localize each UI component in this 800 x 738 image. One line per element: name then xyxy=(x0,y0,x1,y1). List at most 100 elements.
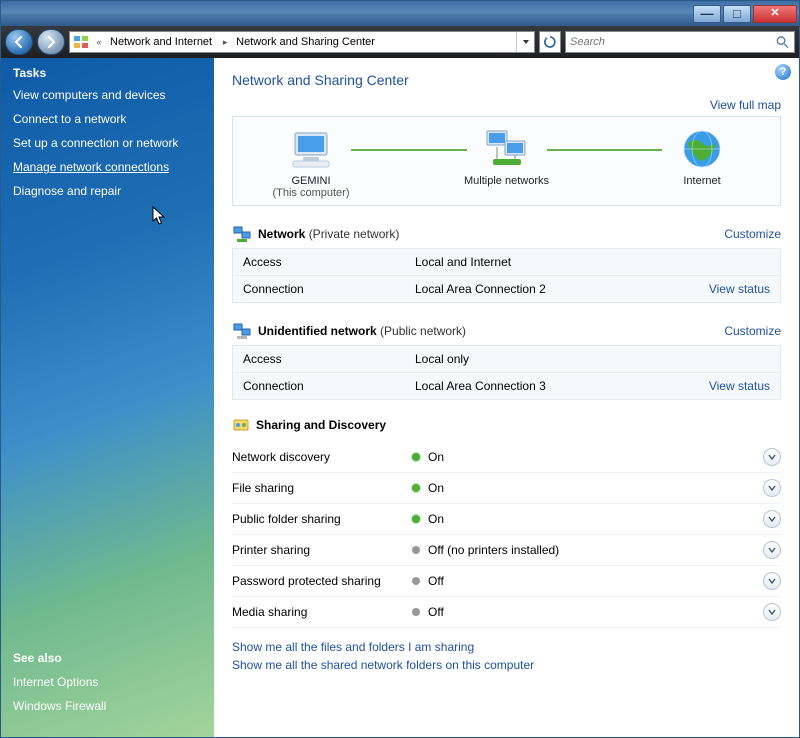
see-also-section: See also Internet Options Windows Firewa… xyxy=(13,639,202,729)
chevron-down-icon xyxy=(768,608,776,616)
back-button[interactable] xyxy=(5,29,33,55)
sharing-row-value: On xyxy=(428,512,763,526)
content: Tasks View computers and devices Connect… xyxy=(1,58,799,737)
map-node-computer: GEMINI (This computer) xyxy=(241,127,381,199)
sharing-row: Public folder sharing On xyxy=(232,504,781,535)
window: — □ ✕ « Network and Internet ▸ Network a… xyxy=(0,0,800,738)
map-node-internet-label: Internet xyxy=(632,175,772,187)
search-box[interactable] xyxy=(565,31,795,53)
map-node-computer-label: GEMINI xyxy=(241,175,381,187)
minimize-button[interactable]: — xyxy=(693,5,721,23)
sidebar-item-windows-firewall[interactable]: Windows Firewall xyxy=(13,699,202,713)
sidebar-item-connect[interactable]: Connect to a network xyxy=(13,112,202,126)
titlebar: — □ ✕ xyxy=(1,1,799,26)
sharing-row-value: On xyxy=(428,450,763,464)
network-2-access-label: Access xyxy=(243,352,415,366)
back-arrow-icon xyxy=(12,35,26,49)
network-2-access-value: Local only xyxy=(415,352,770,366)
tasks-heading: Tasks xyxy=(13,66,202,80)
breadcrumb-segment-1[interactable]: Network and Internet xyxy=(106,32,218,52)
network-1-name: Network xyxy=(258,227,305,241)
cursor-icon xyxy=(151,206,169,228)
network-1-customize-link[interactable]: Customize xyxy=(724,227,781,241)
expand-button[interactable] xyxy=(763,541,781,559)
sharing-row-value: Off xyxy=(428,605,763,619)
main-panel: ? Network and Sharing Center View full m… xyxy=(214,58,799,737)
expand-button[interactable] xyxy=(763,448,781,466)
map-link-1 xyxy=(351,149,467,151)
sidebar-item-manage-connections[interactable]: Manage network connections xyxy=(13,160,202,174)
network-icon xyxy=(232,321,252,341)
breadcrumb-arrow-1[interactable]: ▸ xyxy=(218,32,232,52)
sharing-row-label: File sharing xyxy=(232,481,412,495)
maximize-icon: □ xyxy=(733,7,741,20)
chevron-down-icon xyxy=(768,515,776,523)
search-input[interactable] xyxy=(570,36,775,48)
sidebar: Tasks View computers and devices Connect… xyxy=(1,58,214,737)
breadcrumb-segment-2[interactable]: Network and Sharing Center xyxy=(232,32,381,52)
network-1-access-value: Local and Internet xyxy=(415,255,770,269)
status-dot-icon xyxy=(412,577,420,585)
chevron-down-icon xyxy=(768,577,776,585)
status-dot-icon xyxy=(412,608,420,616)
sidebar-item-internet-options[interactable]: Internet Options xyxy=(13,675,202,689)
forward-button[interactable] xyxy=(37,29,65,55)
network-1-view-status-link[interactable]: View status xyxy=(709,282,770,296)
help-button[interactable]: ? xyxy=(775,64,791,80)
sharing-row-label: Printer sharing xyxy=(232,543,412,557)
sidebar-item-view-computers[interactable]: View computers and devices xyxy=(13,88,202,102)
sharing-row-label: Media sharing xyxy=(232,605,412,619)
network-1-connection-label: Connection xyxy=(243,282,415,296)
breadcrumb-dropdown[interactable] xyxy=(516,32,534,52)
status-dot-icon xyxy=(412,546,420,554)
network-1-access-label: Access xyxy=(243,255,415,269)
globe-icon xyxy=(678,127,726,171)
search-icon xyxy=(775,34,790,50)
close-button[interactable]: ✕ xyxy=(753,5,797,23)
sharing-row-label: Public folder sharing xyxy=(232,512,412,526)
sharing-icon xyxy=(232,416,250,434)
status-dot-icon xyxy=(412,515,420,523)
network-map: GEMINI (This computer) Multiple networks xyxy=(232,116,781,206)
sidebar-item-setup[interactable]: Set up a connection or network xyxy=(13,136,202,150)
navbar: « Network and Internet ▸ Network and Sha… xyxy=(1,26,799,58)
see-also-heading: See also xyxy=(13,651,202,665)
map-node-networks-label: Multiple networks xyxy=(437,175,577,187)
show-shared-folders-link[interactable]: Show me all the shared network folders o… xyxy=(232,658,781,672)
network-1-details: Access Local and Internet Connection Loc… xyxy=(232,248,781,303)
network-icon xyxy=(232,224,252,244)
sharing-row: Network discoveryOn xyxy=(232,442,781,473)
chevron-down-icon xyxy=(768,546,776,554)
sidebar-item-diagnose[interactable]: Diagnose and repair xyxy=(13,184,202,198)
control-panel-icon xyxy=(70,31,92,53)
network-2-customize-link[interactable]: Customize xyxy=(724,324,781,338)
network-1-connection-value: Local Area Connection 2 xyxy=(415,282,709,296)
network-2-details: Access Local only Connection Local Area … xyxy=(232,345,781,400)
sharing-row-value: Off (no printers installed) xyxy=(428,543,763,557)
network-2-connection-label: Connection xyxy=(243,379,415,393)
expand-button[interactable] xyxy=(763,479,781,497)
chevron-down-icon xyxy=(768,484,776,492)
network-2-header: Unidentified network (Public network) Cu… xyxy=(232,317,781,345)
sharing-row-value: On xyxy=(428,481,763,495)
show-my-shared-files-link[interactable]: Show me all the files and folders I am s… xyxy=(232,640,781,654)
map-link-2 xyxy=(547,149,663,151)
expand-button[interactable] xyxy=(763,603,781,621)
expand-button[interactable] xyxy=(763,510,781,528)
view-full-map-link[interactable]: View full map xyxy=(710,98,781,112)
sharing-row: Password protected sharingOff xyxy=(232,566,781,597)
breadcrumb-root-arrow[interactable]: « xyxy=(92,32,106,52)
status-dot-icon xyxy=(412,453,420,461)
maximize-button[interactable]: □ xyxy=(723,5,751,23)
sharing-row: Printer sharing Off (no printers installe… xyxy=(232,535,781,566)
expand-button[interactable] xyxy=(763,572,781,590)
network-2-connection-value: Local Area Connection 3 xyxy=(415,379,709,393)
network-2-view-status-link[interactable]: View status xyxy=(709,379,770,393)
map-node-computer-sub: (This computer) xyxy=(241,187,381,199)
forward-arrow-icon xyxy=(44,35,58,49)
refresh-button[interactable] xyxy=(539,31,561,53)
bottom-links: Show me all the files and folders I am s… xyxy=(232,640,781,672)
sharing-row-value: Off xyxy=(428,574,763,588)
chevron-down-icon xyxy=(522,38,530,46)
computer-icon xyxy=(287,127,335,171)
